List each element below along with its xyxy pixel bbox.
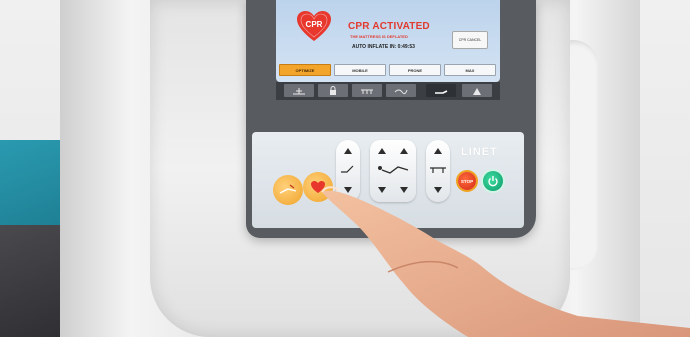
flat-bed-button[interactable] bbox=[426, 84, 456, 97]
tab-mobile[interactable]: MOBILE bbox=[334, 64, 386, 76]
tent-button[interactable] bbox=[462, 84, 492, 97]
heart-label: CPR bbox=[306, 20, 323, 29]
bed-profile-icon bbox=[378, 166, 409, 174]
tab-optimize[interactable]: OPTIMIZE bbox=[279, 64, 331, 76]
backrest-up-button[interactable] bbox=[344, 148, 352, 154]
pointing-hand bbox=[321, 186, 690, 337]
profile-up-right-button[interactable] bbox=[400, 148, 408, 154]
bed-lever-icon bbox=[279, 184, 297, 194]
weigh-button[interactable] bbox=[284, 84, 314, 97]
profile-up-left-button[interactable] bbox=[378, 148, 386, 154]
mattress-button[interactable] bbox=[352, 84, 382, 97]
height-up-button[interactable] bbox=[434, 148, 442, 154]
lock-button[interactable] bbox=[318, 84, 348, 97]
mattress-deflated-subtitle: THE MATTRESS IS DEFLATED bbox=[350, 34, 408, 39]
heel-button[interactable] bbox=[386, 84, 416, 97]
heel-icon bbox=[394, 89, 408, 94]
weigh-icon bbox=[293, 87, 305, 94]
tent-icon bbox=[473, 87, 481, 95]
auto-inflate-timer: AUTO INFLATE IN: 0:49:53 bbox=[352, 44, 415, 50]
mattress-icon bbox=[361, 89, 373, 94]
lock-icon bbox=[330, 85, 336, 95]
cpr-lever-button[interactable] bbox=[273, 175, 303, 205]
tab-prone[interactable]: PRONE bbox=[389, 64, 441, 76]
backrest-icon bbox=[341, 165, 354, 173]
heart-icon: CPR bbox=[297, 11, 331, 41]
linet-logo: LINET bbox=[461, 146, 498, 158]
cpr-activated-title: CPR ACTIVATED bbox=[348, 21, 430, 32]
tab-max[interactable]: MAX bbox=[444, 64, 496, 76]
flat-bed-icon bbox=[435, 89, 448, 94]
cpr-cancel-button[interactable]: CPR CANCEL bbox=[452, 31, 488, 49]
bed-height-icon bbox=[430, 167, 446, 173]
